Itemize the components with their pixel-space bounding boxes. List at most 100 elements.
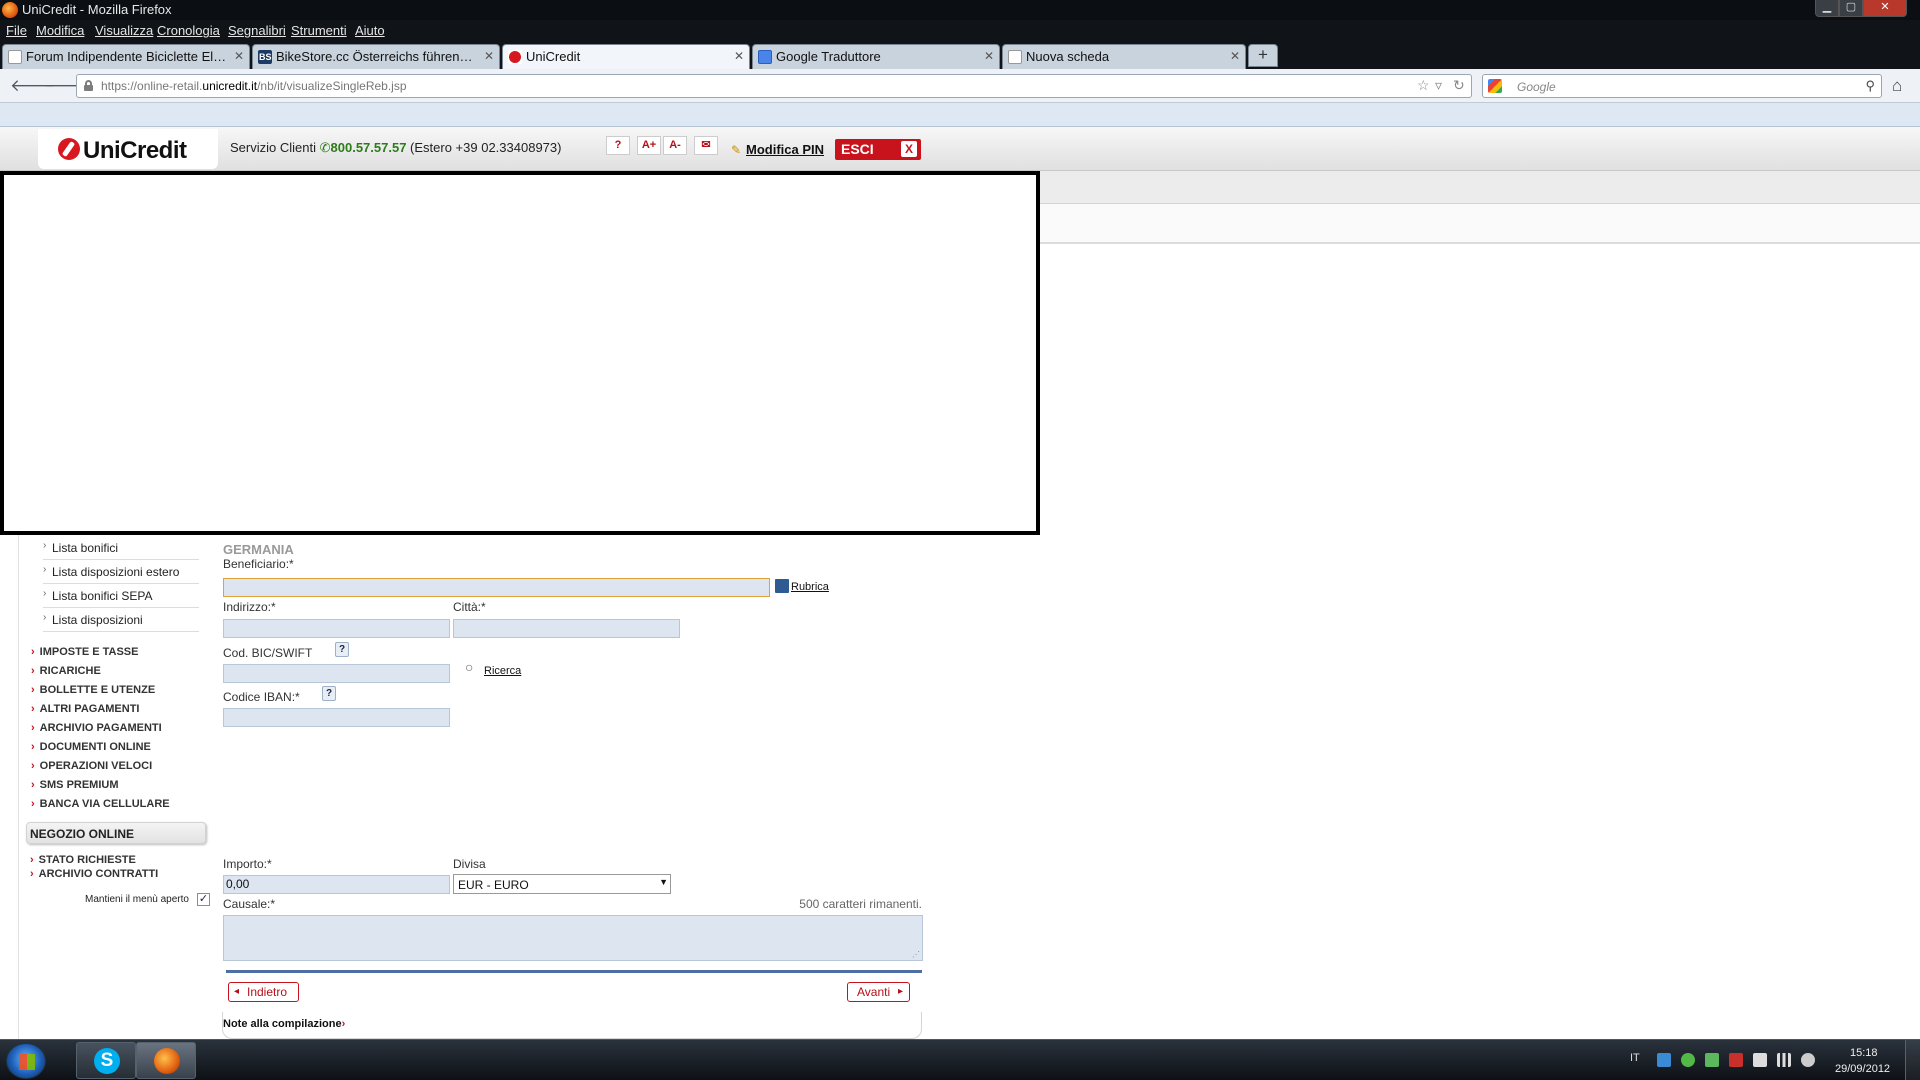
url-text: https://online-retail.unicredit.it/nb/it… — [101, 79, 407, 93]
bic-label: Cod. BIC/SWIFT — [223, 646, 313, 660]
volume-icon[interactable] — [1801, 1053, 1815, 1067]
chevron-right-icon: › — [43, 612, 47, 623]
back-step-button[interactable]: ◂ Indietro — [228, 982, 299, 1002]
menu-strumenti[interactable]: Strumenti — [291, 23, 347, 38]
sidebar-item-banca-via-cellulare[interactable]: › BANCA VIA CELLULARE — [31, 798, 170, 810]
tab-unicredit[interactable]: UniCredit ✕ — [502, 44, 750, 70]
help-icon[interactable]: ? — [606, 136, 630, 155]
sidebar-item-altri-pagamenti[interactable]: › ALTRI PAGAMENTI — [31, 703, 139, 715]
sidebar-item-archivio-pagamenti[interactable]: › ARCHIVIO PAGAMENTI — [31, 722, 162, 734]
iban-help-icon[interactable]: ? — [322, 686, 336, 701]
bic-input[interactable] — [223, 664, 450, 683]
menu-cronologia[interactable]: Cronologia — [157, 23, 220, 38]
chat-icon[interactable] — [1681, 1053, 1695, 1067]
iban-input[interactable] — [223, 708, 450, 727]
taskbar-skype[interactable]: S — [76, 1042, 136, 1079]
sync-icon[interactable] — [1705, 1053, 1719, 1067]
font-decrease-icon[interactable]: A- — [663, 136, 687, 155]
font-increase-icon[interactable]: A+ — [637, 136, 661, 155]
google-icon[interactable] — [1488, 79, 1502, 93]
search-bar[interactable]: Google ⚲ — [1482, 74, 1882, 98]
taskbar-firefox[interactable] — [136, 1042, 196, 1079]
unicredit-icon — [508, 50, 522, 64]
menu-visualizza[interactable]: Visualizza — [95, 23, 153, 38]
beneficiary-input[interactable] — [223, 578, 770, 597]
clock-time[interactable]: 15:18 — [1850, 1047, 1878, 1059]
tab-google-translate[interactable]: Google Traduttore ✕ — [752, 44, 1000, 69]
close-window-button[interactable]: ✕ — [1863, 0, 1907, 17]
address-bar[interactable]: https://online-retail.unicredit.it/nb/it… — [76, 74, 1472, 98]
close-tab-icon[interactable]: ✕ — [734, 49, 744, 63]
city-input[interactable] — [453, 619, 680, 638]
currency-select[interactable]: EUR - EURO ▼ — [453, 874, 671, 894]
sidebar-item-lista-bonifici[interactable]: › Lista bonifici — [43, 536, 199, 560]
acrobat-icon[interactable] — [1729, 1053, 1743, 1067]
modify-pin-link[interactable]: Modifica PIN — [746, 142, 824, 157]
sidebar-item-sms-premium[interactable]: › SMS PREMIUM — [31, 779, 119, 791]
close-tab-icon[interactable]: ✕ — [1230, 49, 1240, 63]
iban-label: Codice IBAN:* — [223, 690, 300, 704]
show-desktop-button[interactable] — [1905, 1040, 1920, 1080]
sidebar-item-operazioni-veloci[interactable]: › OPERAZIONI VELOCI — [31, 760, 152, 772]
menu-segnalibri[interactable]: Segnalibri — [228, 23, 286, 38]
resize-grip-icon[interactable]: ⋰ — [912, 950, 920, 959]
home-icon[interactable]: ⌂ — [1892, 76, 1902, 96]
rubrica-link[interactable]: Rubrica — [791, 581, 829, 593]
search-icon[interactable]: ⚲ — [1865, 78, 1875, 94]
sidebar-item-label: Lista bonifici — [52, 541, 119, 555]
chars-remaining: 500 caratteri rimanenti. — [799, 897, 922, 911]
close-tab-icon[interactable]: ✕ — [984, 49, 994, 63]
bookmark-star-icon[interactable]: ☆ — [1417, 77, 1430, 94]
bikestore-icon: BS — [258, 50, 272, 64]
next-step-button[interactable]: Avanti ▸ — [847, 982, 910, 1002]
network-icon[interactable] — [1777, 1053, 1791, 1067]
arrow-right-icon: ▸ — [898, 986, 904, 997]
sidebar-item-ricariche[interactable]: › RICARICHE — [31, 665, 101, 677]
ricerca-link[interactable]: Ricerca — [484, 665, 521, 677]
notes-panel[interactable]: Note alla compilazione› — [222, 1012, 922, 1039]
sidebar-item-imposte-e-tasse[interactable]: › IMPOSTE E TASSE — [31, 646, 138, 658]
sidebar-item-archivio-contratti[interactable]: › ARCHIVIO CONTRATTI — [30, 868, 158, 880]
section-header-negozio-online: NEGOZIO ONLINE — [26, 822, 206, 844]
close-tab-icon[interactable]: ✕ — [484, 49, 494, 63]
clock-date[interactable]: 29/09/2012 — [1835, 1063, 1890, 1075]
url-dropdown-icon[interactable]: ▿ — [1435, 77, 1442, 94]
section-title: NEGOZIO ONLINE — [30, 827, 135, 841]
keep-menu-open-checkbox[interactable]: ✓ — [197, 893, 210, 906]
maximize-button[interactable]: ▢ — [1839, 0, 1863, 17]
page-icon — [8, 50, 22, 64]
minimize-button[interactable]: ▁ — [1815, 0, 1839, 17]
close-tab-icon[interactable]: ✕ — [234, 49, 244, 63]
address-book-icon[interactable] — [775, 579, 789, 593]
tab-bikestore[interactable]: BS BikeStore.cc Österreichs führender Fa… — [252, 44, 500, 69]
causale-textarea[interactable]: ⋰ — [223, 915, 923, 961]
address-input[interactable] — [223, 619, 450, 638]
sidebar-item-lista-disposizioni[interactable]: › Lista disposizioni — [43, 608, 199, 632]
chevron-right-icon: › — [43, 540, 47, 551]
amount-input[interactable]: 0,00 — [223, 875, 450, 894]
tab-forum[interactable]: Forum Indipendente Biciclette Elettric..… — [2, 44, 250, 69]
reload-icon[interactable]: ↻ — [1453, 77, 1465, 94]
magnifier-icon[interactable]: ○ — [465, 659, 473, 675]
sidebar-item-lista-disposizioni-estero[interactable]: › Lista disposizioni estero — [43, 560, 199, 584]
dropbox-icon[interactable] — [1657, 1053, 1671, 1067]
menu-modifica[interactable]: Modifica — [36, 23, 84, 38]
sidebar-item-label: Lista disposizioni estero — [52, 565, 180, 579]
arrow-right-icon: › — [31, 760, 35, 772]
unicredit-logo[interactable]: UniCredit — [38, 129, 218, 169]
logout-button[interactable]: ESCI X — [835, 139, 921, 160]
sidebar-item-stato-richieste[interactable]: › STATO RICHIESTE — [30, 854, 136, 866]
tab-new[interactable]: Nuova scheda ✕ — [1002, 44, 1246, 69]
sidebar-item-bollette-e-utenze[interactable]: › BOLLETTE E UTENZE — [31, 684, 155, 696]
bic-help-icon[interactable]: ? — [335, 642, 349, 657]
sidebar-item-lista-bonifici-sepa[interactable]: › Lista bonifici SEPA — [43, 584, 199, 608]
menu-aiuto[interactable]: Aiuto — [355, 23, 385, 38]
start-button[interactable] — [6, 1043, 46, 1079]
flag-icon[interactable] — [1753, 1053, 1767, 1067]
keyboard-language[interactable]: IT — [1630, 1052, 1640, 1064]
mail-icon[interactable]: ✉ — [694, 136, 718, 155]
menubar: File Modifica Visualizza Cronologia Segn… — [0, 20, 1920, 42]
new-tab-button[interactable]: + — [1248, 44, 1278, 67]
sidebar-item-documenti-online[interactable]: › DOCUMENTI ONLINE — [31, 741, 151, 753]
menu-file[interactable]: File — [6, 23, 27, 38]
